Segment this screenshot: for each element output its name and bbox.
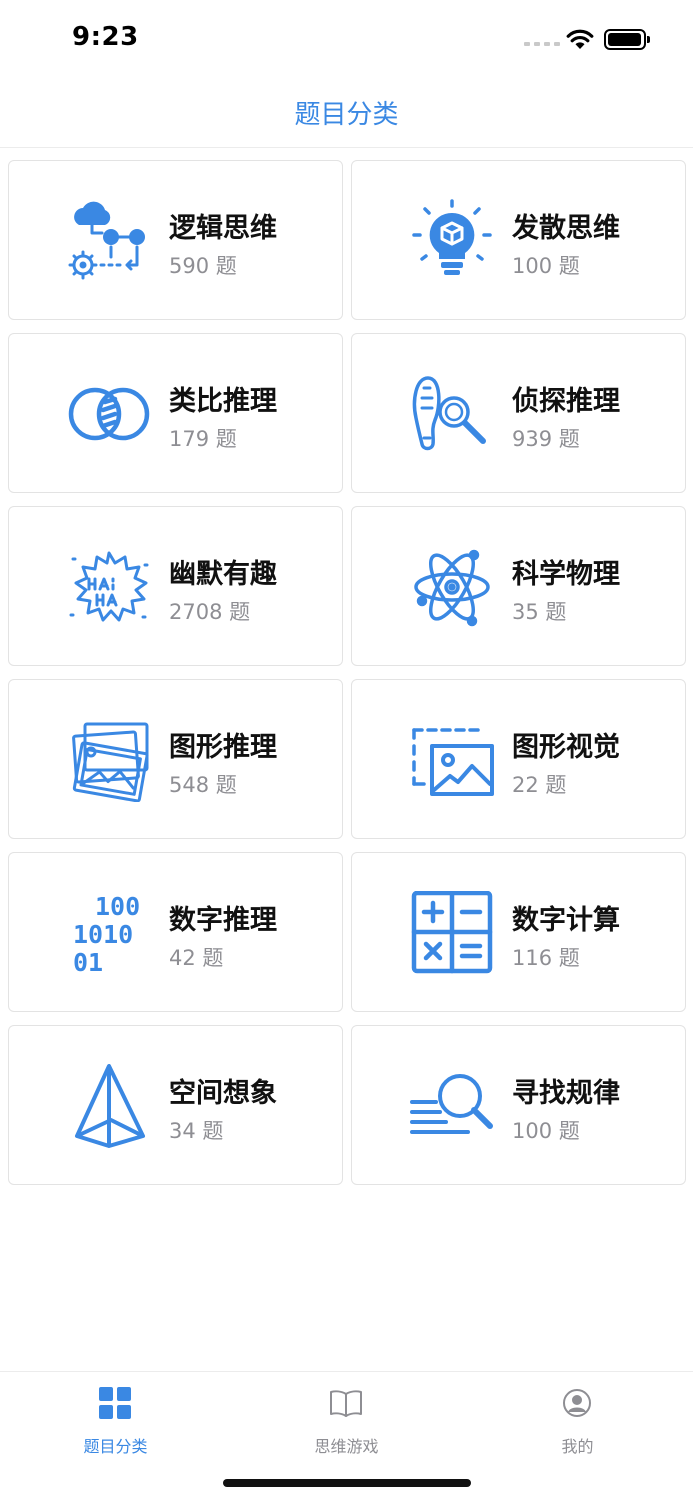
category-title: 空间想象 (169, 1078, 277, 1109)
calculator-icon (410, 891, 494, 975)
battery-icon (604, 29, 650, 50)
tab-categories[interactable]: 题目分类 (0, 1372, 231, 1462)
category-title: 寻找规律 (512, 1078, 620, 1109)
tab-label: 我的 (561, 1437, 594, 1456)
book-icon (330, 1390, 362, 1417)
category-card-visual[interactable]: 图形视觉 22 题 (351, 679, 686, 839)
category-count: 34 题 (169, 1119, 224, 1143)
binary-digits-icon: 100 1010 01 (67, 891, 151, 975)
category-card-pattern[interactable]: 寻找规律 100 题 (351, 1025, 686, 1185)
user-icon (563, 1389, 591, 1417)
category-title: 科学物理 (512, 559, 620, 590)
category-title: 图形视觉 (512, 732, 620, 763)
category-title: 图形推理 (169, 732, 277, 763)
category-count: 939 题 (512, 427, 580, 451)
tab-profile[interactable]: 我的 (462, 1372, 693, 1462)
category-count: 42 题 (169, 946, 224, 970)
category-card-divergent[interactable]: 发散思维 100 题 (351, 160, 686, 320)
category-count: 179 题 (169, 427, 237, 451)
category-grid: 逻辑思维 590 题 发散思维 100 题 类比推理 179 题 侦探推理 93… (8, 160, 686, 1185)
svg-text:1010: 1010 (73, 920, 133, 949)
atom-icon (410, 545, 494, 629)
status-time: 9:23 (72, 22, 139, 52)
category-card-humor[interactable]: 幽默有趣 2708 题 (8, 506, 343, 666)
svg-text:01: 01 (73, 948, 103, 975)
cellular-signal-icon (524, 36, 560, 46)
category-count: 35 题 (512, 600, 567, 624)
tab-games[interactable]: 思维游戏 (231, 1372, 462, 1462)
footprint-magnifier-icon (410, 372, 494, 456)
search-lines-icon (410, 1064, 494, 1148)
category-card-calculation[interactable]: 数字计算 116 题 (351, 852, 686, 1012)
category-card-spatial[interactable]: 空间想象 34 题 (8, 1025, 343, 1185)
category-card-detective[interactable]: 侦探推理 939 题 (351, 333, 686, 493)
pictures-stack-icon (67, 718, 151, 802)
category-title: 发散思维 (512, 213, 620, 244)
category-title: 侦探推理 (512, 386, 620, 417)
home-indicator (223, 1479, 471, 1487)
category-count: 548 题 (169, 773, 237, 797)
tab-label: 题目分类 (83, 1437, 148, 1456)
grid-icon (99, 1387, 131, 1419)
status-bar: 9:23 (0, 0, 693, 80)
category-count: 100 题 (512, 254, 580, 278)
category-card-number-reasoning[interactable]: 100 1010 01 数字推理 42 题 (8, 852, 343, 1012)
svg-text:100: 100 (95, 892, 140, 921)
category-title: 幽默有趣 (169, 559, 277, 590)
overlap-circles-icon (67, 372, 151, 456)
category-card-science[interactable]: 科学物理 35 题 (351, 506, 686, 666)
category-card-analogy[interactable]: 类比推理 179 题 (8, 333, 343, 493)
category-count: 100 题 (512, 1119, 580, 1143)
tab-label: 思维游戏 (314, 1437, 379, 1456)
category-card-logic[interactable]: 逻辑思维 590 题 (8, 160, 343, 320)
lightbulb-icon (410, 199, 494, 283)
category-title: 数字计算 (512, 905, 620, 936)
category-title: 类比推理 (169, 386, 277, 417)
nav-bar: 题目分类 (0, 80, 693, 148)
haha-burst-icon (67, 545, 151, 629)
category-count: 590 题 (169, 254, 237, 278)
logic-flow-icon (67, 199, 151, 283)
category-count: 2708 题 (169, 600, 251, 624)
page-title: 题目分类 (294, 100, 399, 130)
category-title: 逻辑思维 (169, 213, 277, 244)
category-count: 116 题 (512, 946, 580, 970)
category-title: 数字推理 (169, 905, 277, 936)
category-count: 22 题 (512, 773, 567, 797)
pyramid-icon (67, 1064, 151, 1148)
category-card-figure-reasoning[interactable]: 图形推理 548 题 (8, 679, 343, 839)
image-frame-icon (410, 718, 494, 802)
wifi-icon (566, 29, 594, 49)
